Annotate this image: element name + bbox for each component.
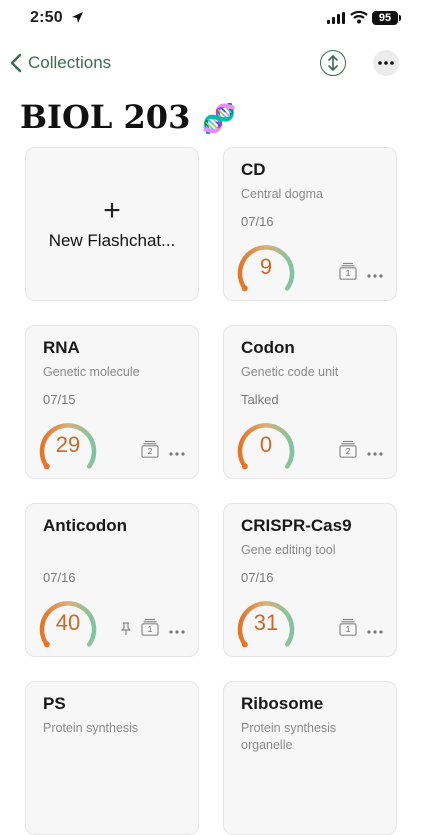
location-arrow-icon — [72, 12, 83, 23]
card-more-button[interactable] — [367, 265, 383, 283]
score-gauge: 40 — [36, 598, 100, 650]
flashchat-card[interactable]: Codon Genetic code unit Talked 0 2 — [223, 325, 397, 479]
card-date: 07/16 — [43, 570, 76, 585]
score-value: 0 — [259, 432, 273, 457]
card-date: 07/16 — [241, 570, 274, 585]
score-gauge: 9 — [234, 242, 298, 294]
card-title: PS — [43, 694, 66, 713]
new-flashchat-label: New Flashchat... — [48, 231, 176, 250]
plus-icon: + — [103, 194, 121, 227]
sort-button[interactable] — [320, 50, 346, 76]
card-title: CRISPR-Cas9 — [241, 516, 352, 535]
chevron-left-icon — [10, 53, 22, 73]
flashchat-card[interactable]: CD Central dogma 07/16 9 1 — [223, 147, 397, 301]
flashchat-card[interactable]: PS Protein synthesis — [25, 681, 199, 835]
card-subtitle: Protein synthesis organelle — [241, 721, 337, 752]
card-date: 07/16 — [241, 214, 274, 229]
card-title: Ribosome — [241, 694, 324, 713]
ellipsis-icon — [367, 452, 383, 456]
score-value: 40 — [55, 610, 81, 635]
battery-indicator: 95 — [372, 11, 398, 25]
cellular-signal-icon — [327, 12, 345, 24]
ellipsis-icon — [367, 630, 383, 634]
deck-count: 1 — [147, 624, 153, 634]
back-label: Collections — [28, 53, 112, 72]
new-flashchat-card[interactable]: + New Flashchat... — [25, 147, 199, 301]
ellipsis-icon — [169, 452, 185, 456]
navigation-bar: Collections — [0, 44, 422, 84]
card-more-button[interactable] — [169, 443, 185, 461]
deck-count: 1 — [345, 624, 351, 634]
deck-count: 1 — [345, 268, 351, 278]
ellipsis-icon — [367, 274, 383, 278]
deck-count: 2 — [345, 446, 351, 456]
deck-count-icon: 2 — [339, 440, 357, 458]
card-more-button[interactable] — [367, 621, 383, 639]
score-gauge: 31 — [234, 598, 298, 650]
deck-count-icon: 1 — [141, 618, 159, 636]
card-subtitle: Central dogma — [241, 187, 323, 201]
deck-count-icon: 2 — [141, 440, 159, 458]
deck-count-icon: 1 — [339, 262, 357, 280]
score-gauge: 29 — [36, 420, 100, 472]
battery-tip — [399, 15, 401, 21]
card-subtitle: Genetic molecule — [43, 365, 140, 379]
wifi-icon — [350, 10, 368, 24]
flashchat-card[interactable]: RNA Genetic molecule 07/15 29 2 — [25, 325, 199, 479]
page-title: BIOL 203 🧬 — [20, 98, 236, 136]
dna-emoji-icon: 🧬 — [201, 102, 237, 135]
card-title: Anticodon — [43, 516, 128, 535]
card-title: RNA — [43, 338, 80, 357]
ellipsis-icon — [378, 61, 394, 65]
card-more-button[interactable] — [367, 443, 383, 461]
score-value: 29 — [55, 432, 81, 457]
card-title: Codon — [241, 338, 295, 357]
card-title: CD — [241, 160, 266, 179]
status-bar: 2:50 95 — [0, 0, 422, 40]
deck-count: 2 — [147, 446, 153, 456]
page-title-text: BIOL 203 — [20, 98, 191, 136]
flashchat-card[interactable]: Ribosome Protein synthesis organelle — [223, 681, 397, 835]
flashchat-card[interactable]: CRISPR-Cas9 Gene editing tool 07/16 31 1 — [223, 503, 397, 657]
score-value: 31 — [253, 610, 279, 635]
ellipsis-icon — [169, 630, 185, 634]
card-subtitle: Gene editing tool — [241, 543, 336, 557]
card-date: 07/15 — [43, 392, 76, 407]
deck-count-icon: 1 — [339, 618, 357, 636]
card-subtitle: Genetic code unit — [241, 365, 339, 379]
score-value: 9 — [259, 254, 273, 279]
more-options-button[interactable] — [373, 50, 399, 76]
card-date: Talked — [241, 392, 279, 407]
flashchat-card[interactable]: Anticodon 07/16 40 1 — [25, 503, 199, 657]
score-gauge: 0 — [234, 420, 298, 472]
pin-icon[interactable] — [120, 622, 132, 636]
card-more-button[interactable] — [169, 621, 185, 639]
back-button[interactable]: Collections — [10, 50, 111, 76]
sort-arrows-icon — [328, 55, 338, 71]
status-time: 2:50 — [30, 9, 63, 26]
card-subtitle: Protein synthesis — [43, 721, 139, 735]
